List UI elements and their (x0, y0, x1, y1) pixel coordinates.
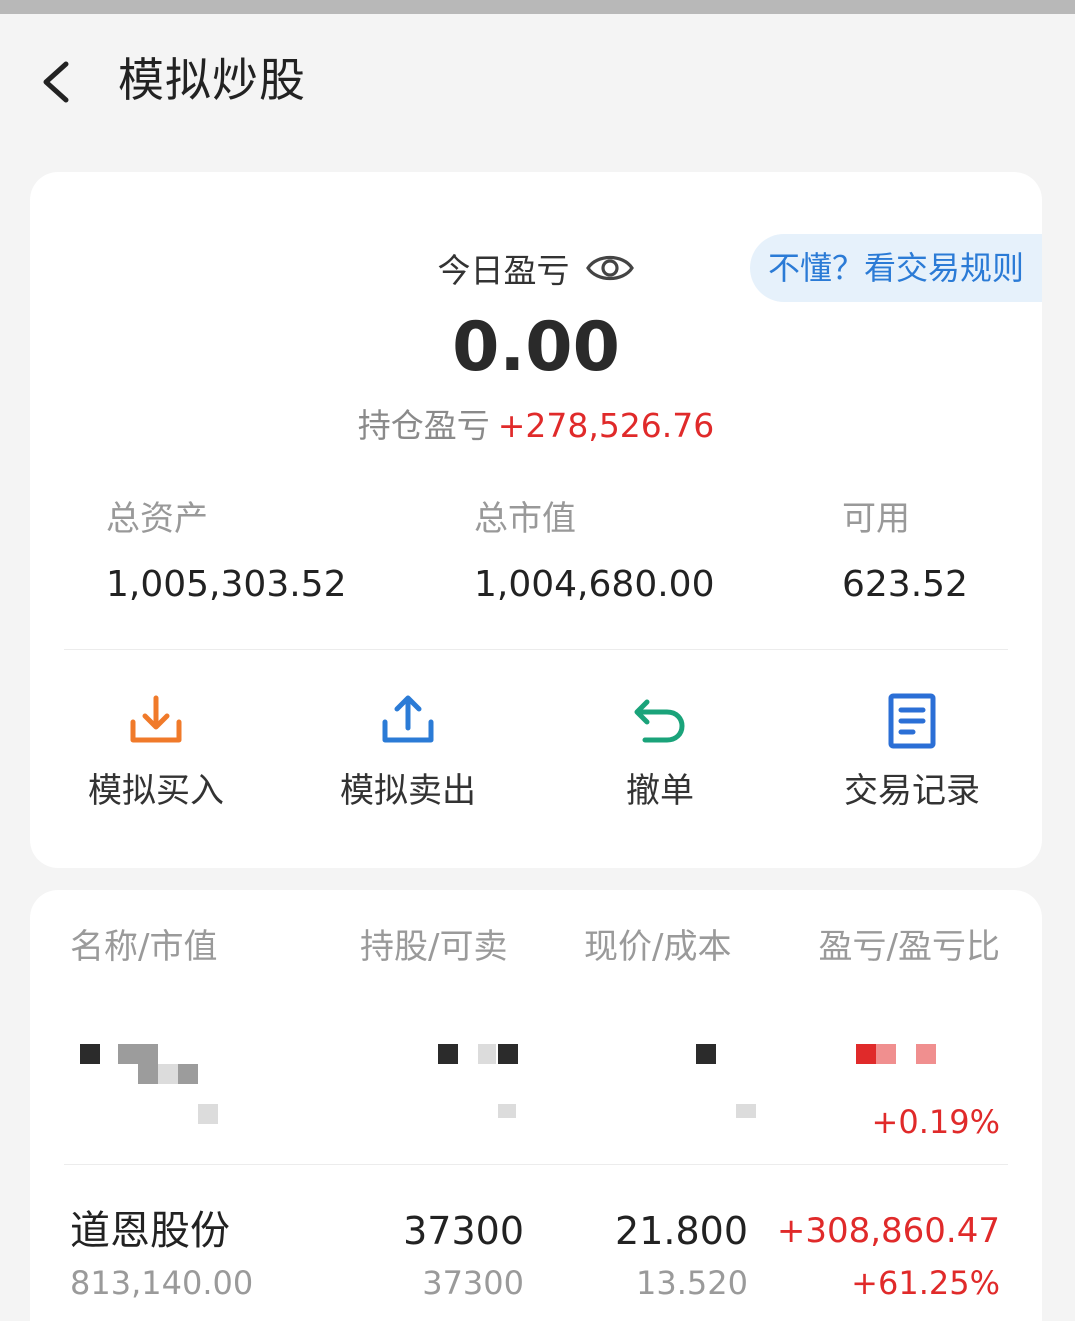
redaction-pixel (876, 1044, 896, 1064)
trade-history-button[interactable]: 交易记录 (802, 692, 1022, 814)
shares-held: 37300 (403, 1209, 524, 1253)
metric-label: 总资产 (106, 499, 208, 539)
redaction-pixel (856, 1044, 876, 1064)
holding-pnl-label: 持仓盈亏 (357, 406, 490, 445)
redaction-pixel (438, 1044, 458, 1064)
column-header-name[interactable]: 名称/市值 (70, 924, 217, 970)
metric-label: 总市值 (474, 499, 576, 539)
simulate-buy-button[interactable]: 模拟买入 (46, 692, 266, 814)
stock-market-value: 813,140.00 (70, 1264, 254, 1302)
table-row-obscured[interactable]: +0.19% (30, 1022, 1042, 1172)
action-label: 交易记录 (844, 771, 980, 811)
redaction-pixel (178, 1064, 198, 1084)
action-label: 撤单 (626, 771, 694, 811)
holdings-card: 名称/市值 持股/可卖 现价/成本 盈亏/盈亏比 +0.19% 道恩股份 813… (30, 890, 1042, 1321)
redaction-pixel (498, 1044, 518, 1064)
undo-arrow-icon (634, 699, 685, 743)
divider (64, 649, 1008, 650)
download-tray-icon (130, 695, 182, 743)
cost-price: 13.520 (636, 1264, 748, 1302)
redaction-pixel (916, 1044, 936, 1064)
redaction-pixel (138, 1064, 158, 1084)
account-summary-card: 不懂？看交易规则 今日盈亏 0.00 持仓盈亏 +278,526.76 总资产 1… (30, 172, 1042, 868)
simulate-sell-button[interactable]: 模拟卖出 (298, 692, 518, 814)
pnl-ratio: +0.19% (871, 1103, 1000, 1141)
redaction-pixel (498, 1104, 516, 1118)
column-header-price[interactable]: 现价/成本 (584, 924, 731, 970)
holding-pnl: 持仓盈亏 +278,526.76 (30, 404, 1042, 448)
metric-value: 1,004,680.00 (474, 564, 715, 605)
chevron-left-icon (43, 61, 69, 103)
cancel-order-button[interactable]: 撤单 (550, 692, 770, 814)
action-label: 模拟卖出 (340, 771, 476, 811)
redaction-pixel (736, 1104, 756, 1118)
upload-tray-icon (382, 695, 434, 743)
redaction-pixel (696, 1044, 716, 1064)
redaction-pixel (118, 1044, 158, 1064)
metric-total-market-value: 总市值 1,004,680.00 (474, 496, 714, 610)
redaction-pixel (478, 1044, 496, 1064)
app-header: 模拟炒股 (0, 14, 1075, 154)
metric-value: 1,005,303.52 (106, 564, 347, 605)
table-row[interactable]: 道恩股份 813,140.00 37300 37300 21.800 13.52… (30, 1190, 1042, 1321)
pnl-amount: +308,860.47 (776, 1211, 1000, 1251)
document-list-icon (888, 693, 936, 749)
pnl-ratio: +61.25% (851, 1264, 1000, 1302)
back-button[interactable] (30, 54, 86, 110)
metric-total-assets: 总资产 1,005,303.52 (106, 496, 346, 610)
today-pnl-header: 今日盈亏 (30, 244, 1042, 292)
metric-value: 623.52 (842, 564, 968, 605)
divider (64, 1164, 1008, 1165)
eye-icon[interactable] (585, 250, 635, 286)
shares-sellable: 37300 (422, 1264, 524, 1302)
today-pnl-label: 今日盈亏 (437, 251, 570, 290)
column-header-pnl[interactable]: 盈亏/盈亏比 (819, 924, 1000, 970)
metric-label: 可用 (842, 499, 910, 539)
today-pnl-value: 0.00 (452, 308, 620, 387)
status-bar (0, 0, 1075, 14)
page-title: 模拟炒股 (118, 53, 306, 107)
current-price: 21.800 (615, 1209, 748, 1253)
column-header-shares[interactable]: 持股/可卖 (360, 924, 507, 970)
stock-name: 道恩股份 (70, 1208, 230, 1254)
holding-pnl-value: +278,526.76 (497, 406, 715, 445)
metric-available: 可用 623.52 (842, 496, 968, 610)
redaction-pixel (80, 1044, 100, 1064)
redaction-pixel (158, 1064, 178, 1084)
redaction-pixel (198, 1104, 218, 1124)
action-label: 模拟买入 (88, 771, 224, 811)
